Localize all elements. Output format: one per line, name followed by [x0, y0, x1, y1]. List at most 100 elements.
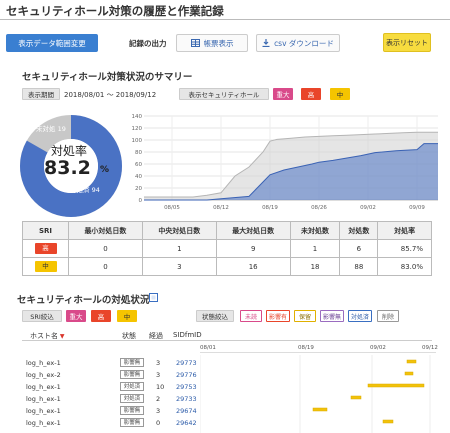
host-name: log_h_ex-1: [26, 407, 61, 415]
host-name: log_h_ex-1: [26, 419, 61, 427]
sidfm-id-link[interactable]: 29773: [176, 359, 197, 367]
host-name: log_h_ex-1: [26, 383, 61, 391]
col-header-sri: SRI: [22, 221, 69, 240]
col-header-max-days: 最大対処日数: [215, 221, 291, 240]
table-view-button[interactable]: 帳票表示: [176, 34, 248, 52]
expand-toggle-icon[interactable]: [149, 293, 158, 302]
chart-y-tick-label: 80: [135, 150, 142, 156]
col-sid[interactable]: SIDfmID: [173, 331, 202, 339]
summary-title: セキュリティホール対策状況のサマリー: [22, 72, 193, 83]
reset-view-button[interactable]: 表示リセット: [383, 33, 431, 52]
timeline-tick: 09/12: [422, 345, 438, 351]
timeline-tick: 09/02: [370, 345, 386, 351]
timeline-bar[interactable]: [312, 407, 328, 412]
badge-high[interactable]: 高: [301, 88, 321, 100]
host-name: log_h_ex-1: [26, 395, 61, 403]
max-days-cell: 16: [215, 257, 291, 276]
col-elapsed[interactable]: 経過: [149, 331, 163, 341]
sidfm-id-link[interactable]: 29642: [176, 419, 197, 427]
col-host[interactable]: ホスト名 ▼: [30, 331, 65, 341]
timeline-bar[interactable]: [404, 371, 414, 376]
max-days-cell: 9: [215, 239, 291, 258]
sidfm-id-link[interactable]: 29674: [176, 407, 197, 415]
sri-filter-label: SRI絞込: [22, 310, 62, 322]
hall-filter-label: 表示セキュリティホール: [179, 88, 269, 100]
untreated-legend: 未対処 19: [36, 123, 66, 133]
timeline-bar[interactable]: [406, 359, 417, 364]
timeline-bars: [200, 355, 431, 433]
min-days-cell: 0: [68, 239, 143, 258]
state-filter-deleted[interactable]: 削除: [377, 310, 399, 322]
timeline-axis: 08/01 08/19 09/02 09/12: [200, 345, 438, 353]
treatment-trend-chart: 0 20 40 60 80 100 120 140 08/05 08/12 08/19 08/26 09…: [132, 114, 438, 211]
period-value: 2018/08/01 ～ 2018/09/12: [64, 91, 157, 99]
chart-y-tick-label: 20: [135, 186, 142, 192]
timeline-bar[interactable]: [350, 395, 362, 400]
median-days-cell: 1: [141, 239, 217, 258]
chart-y-tick-label: 120: [132, 126, 143, 132]
badge-medium[interactable]: 中: [330, 88, 350, 100]
state-badge: 対処済: [120, 382, 144, 391]
sri-cell: 高: [22, 239, 69, 258]
chart-x-tick-label: 08/12: [213, 205, 229, 211]
elapsed-days: 2: [156, 395, 161, 403]
timeline-tick: 08/19: [298, 345, 314, 351]
elapsed-days: 3: [156, 359, 161, 367]
col-header-untreated: 未対処数: [289, 221, 341, 240]
status-grid-header: ホスト名 ▼ 状態 経過 SIDfmID: [22, 330, 432, 341]
sidfm-id-link[interactable]: 29733: [176, 395, 197, 403]
col-header-treated: 対処数: [339, 221, 379, 240]
sidfm-id-link[interactable]: 29776: [176, 371, 197, 379]
table-icon: [190, 39, 200, 47]
col-header-rate: 対処率: [377, 221, 432, 240]
state-filter-label: 状態絞込: [196, 310, 234, 322]
sri-cell: 中: [22, 257, 69, 276]
state-filter-treated[interactable]: 対処済: [348, 310, 372, 322]
elapsed-days: 10: [156, 383, 165, 391]
col-state[interactable]: 状態: [122, 331, 136, 341]
table-view-label: 帳票表示: [203, 38, 234, 48]
sri-filter-high[interactable]: 高: [91, 310, 111, 322]
rate-cell: 85.7%: [377, 239, 432, 258]
untreated-cell: 1: [289, 239, 341, 258]
state-filter-affected[interactable]: 影響有: [266, 310, 290, 322]
output-label: 記録の出力: [129, 39, 167, 48]
chart-x-tick-label: 09/09: [409, 205, 425, 211]
state-filter-unaffected[interactable]: 影響無: [320, 310, 344, 322]
treated-cell: 6: [339, 239, 379, 258]
rate-cell: 83.0%: [377, 257, 432, 276]
treated-label: 対処済: [70, 186, 90, 194]
table-header-row: SRI 最小対処日数 中央対処日数 最大対処日数 未対処数 対処数 対処率: [22, 221, 432, 240]
sri-filter-critical[interactable]: 重大: [66, 310, 86, 322]
table-row: 中 0 3 16 18 88 83.0%: [22, 257, 432, 276]
state-filter-pending[interactable]: 保留: [294, 310, 316, 322]
chart-y-tick-label: 40: [135, 174, 142, 180]
sri-badge-medium: 中: [34, 261, 57, 272]
title-divider: [0, 19, 450, 20]
chart-x-tick-label: 08/05: [164, 205, 180, 211]
chart-y-tick-label: 0: [139, 198, 143, 204]
chart-y-tick-label: 100: [132, 138, 143, 144]
csv-download-label: csv ダウンロード: [274, 38, 334, 48]
treated-legend: 対処済 94: [70, 184, 100, 194]
state-badge: 対処済: [120, 394, 144, 403]
sri-filter-medium[interactable]: 中: [117, 310, 137, 322]
chart-y-tick-label: 140: [132, 114, 143, 120]
state-filter-unread[interactable]: 未読: [240, 310, 262, 322]
ratio-value: 83.2: [44, 157, 91, 179]
median-days-cell: 3: [141, 257, 217, 276]
untreated-cell: 18: [289, 257, 341, 276]
sidfm-id-link[interactable]: 29753: [176, 383, 197, 391]
untreated-label: 未対処: [36, 125, 56, 133]
elapsed-days: 0: [156, 419, 161, 427]
timeline-bar[interactable]: [367, 383, 425, 388]
change-range-button[interactable]: 表示データ範囲変更: [6, 34, 98, 52]
timeline-tick: 08/01: [200, 345, 216, 351]
timeline-bar[interactable]: [382, 419, 394, 424]
chart-y-tick-label: 60: [135, 162, 142, 168]
elapsed-days: 3: [156, 407, 161, 415]
state-badge: 影響無: [120, 406, 144, 415]
csv-download-button[interactable]: csv ダウンロード: [256, 34, 340, 52]
state-badge: 影響無: [120, 358, 144, 367]
badge-critical[interactable]: 重大: [273, 88, 293, 100]
